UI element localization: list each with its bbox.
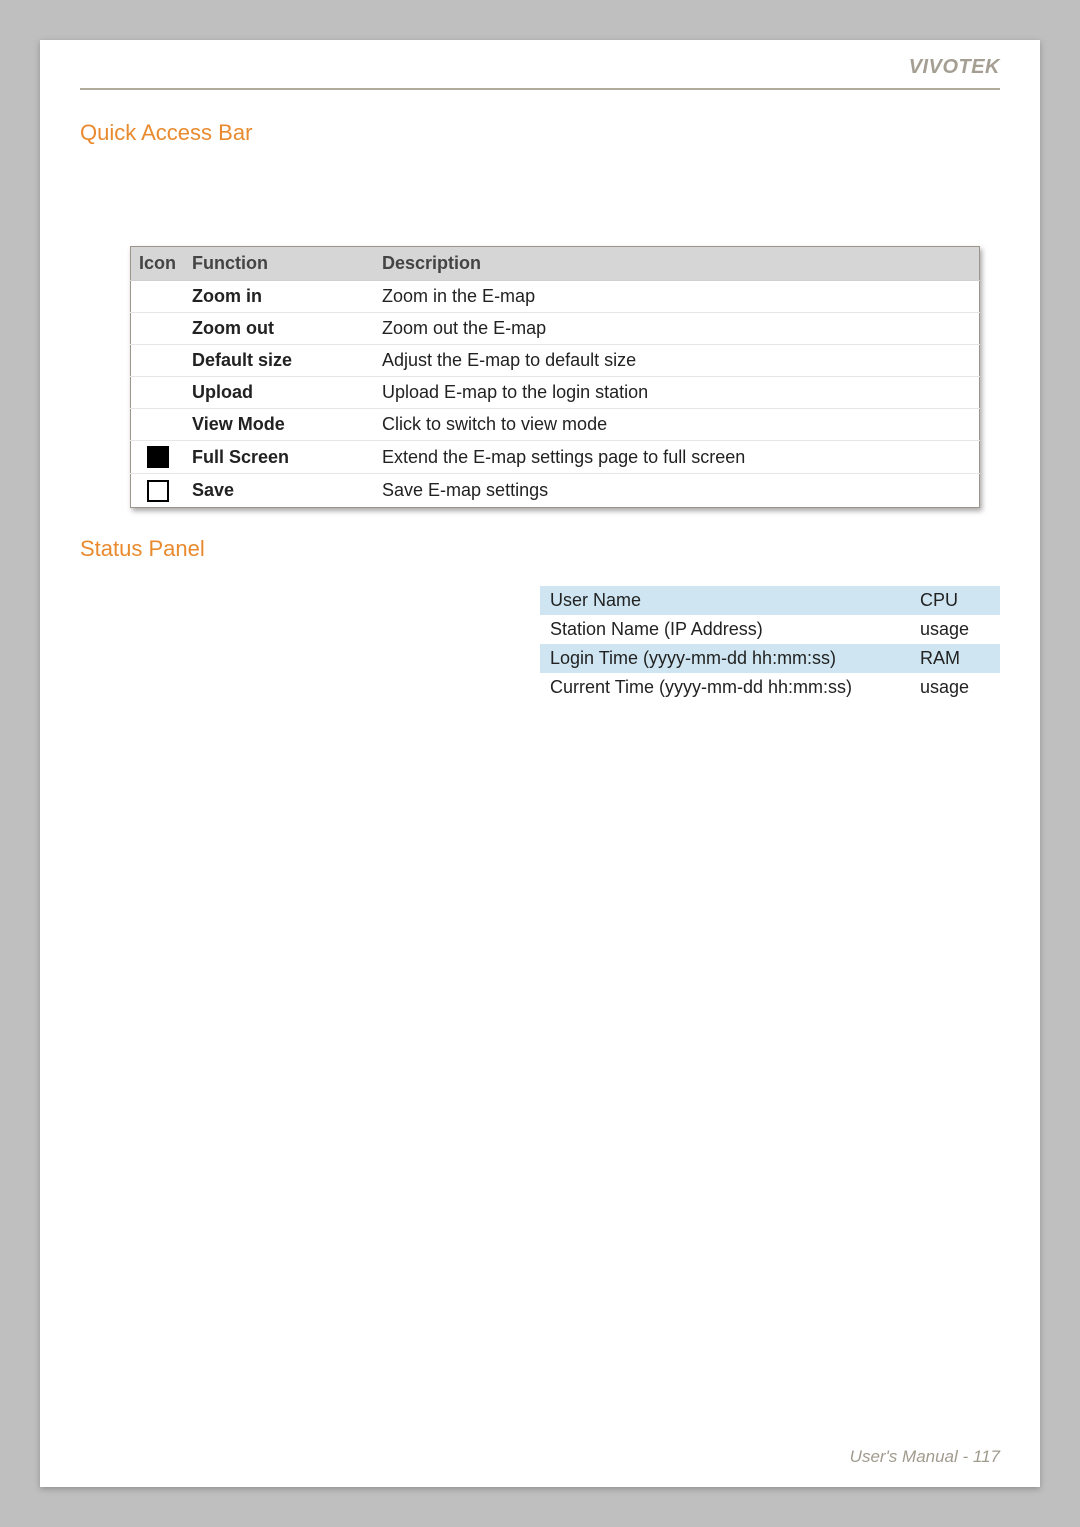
status-left-cell: User Name <box>540 586 910 615</box>
status-panel-wrap: User Name CPU Station Name (IP Address) … <box>80 586 1000 702</box>
description-cell: Click to switch to view mode <box>374 409 979 441</box>
function-cell: View Mode <box>184 409 374 441</box>
icon-cell <box>131 281 185 313</box>
function-cell: Default size <box>184 345 374 377</box>
function-cell: Upload <box>184 377 374 409</box>
document-page: VIVOTEK Quick Access Bar Icon Function D… <box>40 40 1040 1487</box>
table-row: Zoom out Zoom out the E-map <box>131 313 980 345</box>
description-cell: Upload E-map to the login station <box>374 377 979 409</box>
table-row: Full Screen Extend the E-map settings pa… <box>131 441 980 474</box>
icon-cell <box>131 441 185 474</box>
table-row: Save Save E-map settings <box>131 474 980 507</box>
status-left-cell: Station Name (IP Address) <box>540 615 910 644</box>
table-row: Station Name (IP Address) usage <box>540 615 1000 644</box>
status-right-cell: RAM <box>910 644 1000 673</box>
table-header-description: Description <box>374 247 979 281</box>
description-cell: Save E-map settings <box>374 474 979 507</box>
description-cell: Zoom out the E-map <box>374 313 979 345</box>
icon-cell <box>131 409 185 441</box>
icon-cell <box>131 377 185 409</box>
status-left-cell: Current Time (yyyy-mm-dd hh:mm:ss) <box>540 673 910 702</box>
save-icon <box>147 480 169 502</box>
brand-label: VIVOTEK <box>909 56 1000 79</box>
icon-cell <box>131 345 185 377</box>
description-cell: Zoom in the E-map <box>374 281 979 313</box>
description-cell: Extend the E-map settings page to full s… <box>374 441 979 474</box>
table-row: Zoom in Zoom in the E-map <box>131 281 980 313</box>
quick-access-bar-table: Icon Function Description Zoom in Zoom i… <box>130 246 980 508</box>
function-cell: Save <box>184 474 374 507</box>
function-cell: Zoom out <box>184 313 374 345</box>
table-row: Default size Adjust the E-map to default… <box>131 345 980 377</box>
table-header-icon: Icon <box>131 247 185 281</box>
table-row: User Name CPU <box>540 586 1000 615</box>
status-left-cell: Login Time (yyyy-mm-dd hh:mm:ss) <box>540 644 910 673</box>
table-row: Upload Upload E-map to the login station <box>131 377 980 409</box>
header-rule <box>80 88 1000 90</box>
function-cell: Zoom in <box>184 281 374 313</box>
status-panel-table: User Name CPU Station Name (IP Address) … <box>540 586 1000 702</box>
table-row: Current Time (yyyy-mm-dd hh:mm:ss) usage <box>540 673 1000 702</box>
page-content: Quick Access Bar Icon Function Descripti… <box>80 120 1000 702</box>
page-footer: User's Manual - 117 <box>850 1447 1000 1467</box>
table-row: Login Time (yyyy-mm-dd hh:mm:ss) RAM <box>540 644 1000 673</box>
section-title-quick-access-bar: Quick Access Bar <box>80 120 1000 146</box>
status-right-cell: usage <box>910 673 1000 702</box>
icon-cell <box>131 313 185 345</box>
table-row: View Mode Click to switch to view mode <box>131 409 980 441</box>
description-cell: Adjust the E-map to default size <box>374 345 979 377</box>
status-right-cell: CPU <box>910 586 1000 615</box>
table-header-row: Icon Function Description <box>131 247 980 281</box>
full-screen-icon <box>147 446 169 468</box>
icon-cell <box>131 474 185 507</box>
function-cell: Full Screen <box>184 441 374 474</box>
table-header-function: Function <box>184 247 374 281</box>
section-title-status-panel: Status Panel <box>80 536 1000 562</box>
status-right-cell: usage <box>910 615 1000 644</box>
